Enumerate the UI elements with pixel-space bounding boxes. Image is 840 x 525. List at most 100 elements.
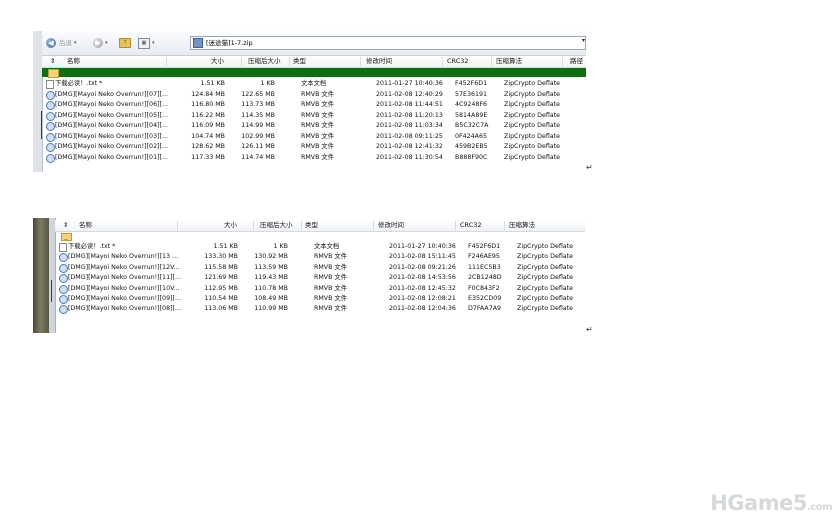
cell-size: 117.33 MB — [191, 153, 225, 161]
cell-method: ZipCrypto Deflate — [517, 263, 573, 271]
table-row[interactable]: [DMG][Mayoi Neko Overrun!][03][... 104.74… — [42, 132, 586, 142]
cell-method: ZipCrypto Deflate — [517, 274, 573, 282]
back-arrow-icon: ◀ — [46, 38, 56, 48]
col-type[interactable]: 类型 — [305, 222, 318, 229]
back-dropdown-icon[interactable]: ▾ — [74, 40, 77, 46]
table-row[interactable]: 下载必读！.txt * 1.51 KB 1 KB 文本文档 2011-01-27 10:… — [55, 242, 585, 252]
forward-button[interactable]: ▶ ▾ — [93, 37, 108, 49]
col-modified[interactable]: 修改时间 — [378, 222, 404, 229]
forward-dropdown-icon[interactable]: ▾ — [105, 40, 108, 46]
col-size[interactable]: 大小 — [202, 58, 224, 65]
back-button[interactable]: ◀ 后退 ▾ — [46, 37, 77, 49]
col-method[interactable]: 压缩算法 — [509, 222, 535, 229]
col-method[interactable]: 压缩算法 — [496, 58, 522, 65]
file-name: [DMG][Mayoi Neko Overrun!][08][... — [68, 305, 181, 313]
col-type[interactable]: 类型 — [293, 58, 306, 65]
col-path[interactable]: 路径 — [570, 58, 583, 65]
cell-size: 116.80 MB — [191, 101, 225, 108]
col-crc[interactable]: CRC32 — [460, 222, 482, 229]
cell-packed: 122.65 MB — [241, 90, 275, 98]
cell-type: RMVB 文件 — [301, 153, 335, 161]
cell-packed: 108.49 MB — [254, 295, 288, 302]
cell-type: RMVB 文件 — [301, 111, 335, 119]
cell-modified: 2011-01-27 10:40:36 — [389, 243, 456, 250]
table-row[interactable]: [DMG][Mayoi Neko Overrun!][11][... 121.69… — [55, 273, 585, 284]
file-name: 下载必读！.txt * — [55, 80, 103, 87]
cell-packed: 1 KB — [273, 243, 288, 250]
table-row[interactable]: [DMG][Mayoi Neko Overrun!][02][... 128.62… — [42, 142, 586, 152]
cell-modified: 2011-02-08 12:04:36 — [389, 305, 456, 313]
cell-crc: 4C9248F6 — [455, 101, 488, 108]
cell-crc: E352CD09 — [468, 295, 502, 302]
table-row[interactable]: [DMG][Mayoi Neko Overrun!][04][... 116.09… — [42, 121, 586, 131]
cell-modified: 2011-02-08 15:11:45 — [389, 253, 456, 261]
cell-method: ZipCrypto Deflate — [504, 101, 560, 108]
file-name: [DMG][Mayoi Neko Overrun!][02][... — [55, 143, 168, 150]
file-name: [DMG][Mayoi Neko Overrun!][12V... — [68, 263, 180, 271]
view-dropdown-icon[interactable]: ▾ — [152, 40, 155, 46]
table-row[interactable]: [DMG][Mayoi Neko Overrun!][07][... 124.84… — [42, 90, 586, 100]
address-bar[interactable]: [迷途猫]1-7.zip ▾ — [190, 36, 586, 50]
video-file-icon — [46, 90, 55, 100]
cell-crc: 459B2EB5 — [455, 143, 488, 150]
table-row[interactable]: [DMG][Mayoi Neko Overrun!][13 ... 133.30 … — [55, 252, 585, 263]
cell-crc: 0F424A65 — [455, 132, 487, 140]
sort-arrow-icon: ⇕ — [63, 221, 69, 229]
cell-method: ZipCrypto Deflate — [504, 132, 560, 140]
column-header: ⇕ 名称 大小 压缩后大小 类型 修改时间 CRC32 压缩算法 — [55, 220, 585, 232]
cell-size: 113.06 MB — [204, 305, 238, 313]
cell-crc: F452F6D1 — [468, 243, 501, 250]
cell-packed: 130.92 MB — [254, 253, 288, 261]
cell-modified: 2011-02-08 11:03:34 — [376, 122, 443, 129]
cell-type: RMVB 文件 — [314, 274, 348, 282]
table-row[interactable]: [DMG][Mayoi Neko Overrun!][12V... 115.58 … — [55, 263, 585, 273]
parent-folder-row[interactable]: .. — [55, 232, 585, 242]
up-folder-button[interactable]: ↑ — [119, 37, 131, 49]
selection-edge — [41, 111, 42, 139]
cell-modified: 2011-02-08 11:44:51 — [376, 101, 443, 108]
cell-crc: 57E36191 — [455, 90, 488, 98]
video-file-icon — [46, 111, 55, 121]
col-size[interactable]: 大小 — [215, 222, 237, 229]
cell-method: ZipCrypto Deflate — [504, 80, 560, 87]
col-name[interactable]: 名称 — [67, 58, 80, 65]
col-crc[interactable]: CRC32 — [447, 58, 469, 65]
table-row[interactable]: [DMG][Mayoi Neko Overrun!][09][... 110.54… — [55, 294, 585, 304]
col-name[interactable]: 名称 — [79, 222, 92, 229]
cell-packed: 113.73 MB — [241, 101, 275, 108]
cell-size: 124.84 MB — [191, 90, 225, 98]
table-row[interactable]: [DMG][Mayoi Neko Overrun!][05][... 116.22… — [42, 111, 586, 121]
cell-method: ZipCrypto Deflate — [517, 253, 573, 261]
cell-crc: 2CB1248D — [468, 274, 502, 282]
cell-method: ZipCrypto Deflate — [517, 305, 573, 313]
parent-folder-row[interactable]: .. — [42, 68, 586, 79]
table-row[interactable]: [DMG][Mayoi Neko Overrun!][06][... 116.80… — [42, 100, 586, 110]
cell-size: 104.74 MB — [191, 132, 225, 140]
col-modified[interactable]: 修改时间 — [366, 58, 392, 65]
table-row[interactable]: [DMG][Mayoi Neko Overrun!][10V... 112.95 … — [55, 284, 585, 294]
table-row[interactable]: [DMG][Mayoi Neko Overrun!][01][... 117.33… — [42, 153, 586, 163]
video-file-icon — [59, 295, 68, 304]
view-button[interactable]: ▦ ▾ — [138, 37, 155, 49]
cell-packed: 110.99 MB — [254, 305, 288, 313]
file-name: [DMG][Mayoi Neko Overrun!][03][... — [55, 132, 168, 140]
cell-method: ZipCrypto Deflate — [517, 295, 573, 302]
cell-method: ZipCrypto Deflate — [504, 143, 560, 150]
selection-edge — [51, 280, 52, 302]
cell-type: 文本文档 — [314, 243, 340, 250]
cell-modified: 2011-02-08 11:30:54 — [376, 153, 443, 161]
video-file-icon — [59, 284, 68, 294]
file-name: [DMG][Mayoi Neko Overrun!][05][... — [55, 111, 168, 119]
column-header: ⇕ 名称 大小 压缩后大小 类型 修改时间 CRC32 压缩算法 路径 — [42, 56, 586, 68]
cell-packed: 1 KB — [260, 80, 275, 87]
cell-size: 112.95 MB — [204, 284, 238, 292]
col-packed[interactable]: 压缩后大小 — [248, 58, 281, 65]
table-row[interactable]: 下载必读！.txt * 1.51 KB 1 KB 文本文档 2011-01-27 10:… — [42, 79, 586, 89]
address-dropdown-icon[interactable]: ▾ — [582, 38, 585, 44]
cell-method: ZipCrypto Deflate — [504, 111, 560, 119]
cell-method: ZipCrypto Deflate — [517, 284, 573, 292]
cell-size: 121.69 MB — [204, 274, 238, 282]
col-packed[interactable]: 压缩后大小 — [260, 222, 293, 229]
table-row[interactable]: [DMG][Mayoi Neko Overrun!][08][... 113.06… — [55, 304, 585, 315]
text-file-icon — [46, 80, 54, 89]
